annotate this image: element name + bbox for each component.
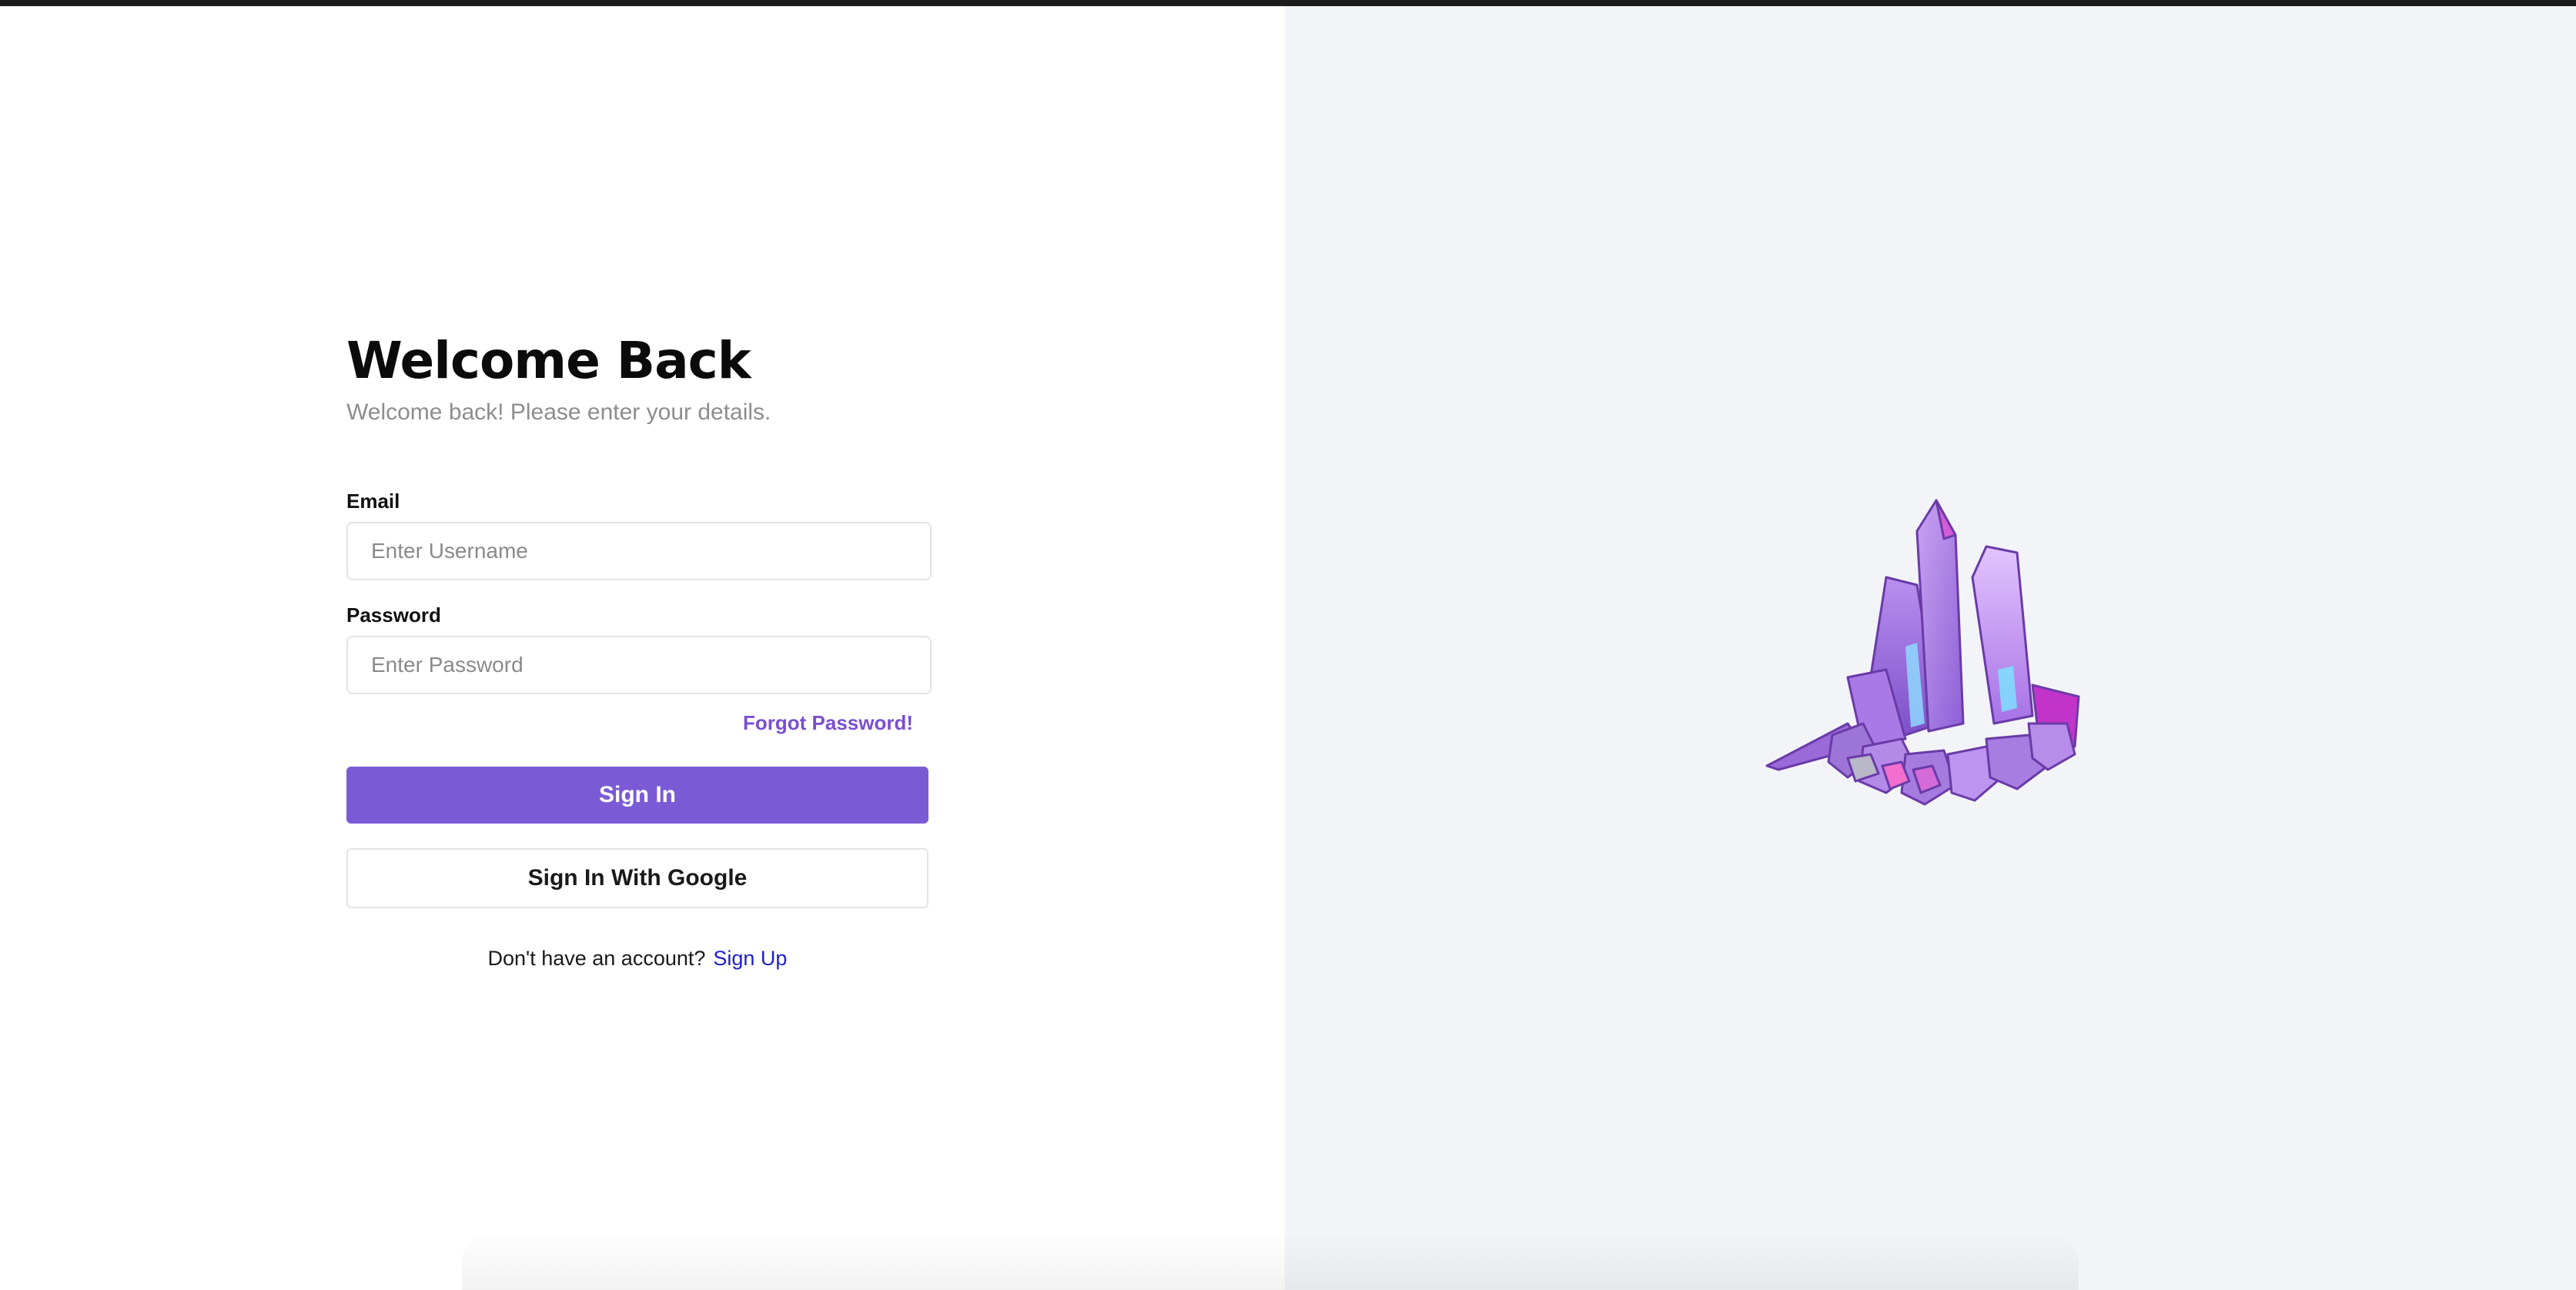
login-panel: Welcome Back Welcome back! Please enter …	[0, 6, 1285, 1290]
password-field[interactable]	[346, 636, 932, 694]
page-title: Welcome Back	[346, 331, 751, 390]
window-top-bar	[0, 0, 2576, 6]
email-label: Email	[346, 490, 400, 513]
forgot-password-link[interactable]: Forgot Password!	[743, 711, 913, 734]
email-field[interactable]	[346, 522, 932, 580]
sign-up-link[interactable]: Sign Up	[713, 947, 787, 970]
sign-in-with-google-button[interactable]: Sign In With Google	[346, 848, 928, 908]
sign-in-button[interactable]: Sign In	[346, 767, 928, 824]
amethyst-crystal-icon	[1765, 499, 2080, 806]
password-label: Password	[346, 603, 441, 627]
no-account-text: Don't have an account?	[487, 947, 706, 970]
signup-row: Don't have an account? Sign Up	[346, 947, 928, 971]
page-subtitle: Welcome back! Please enter your details.	[346, 399, 771, 425]
login-form: Welcome Back Welcome back! Please enter …	[346, 329, 932, 971]
bottom-shadow	[462, 1232, 2079, 1290]
forgot-password-row: Forgot Password!	[346, 711, 932, 742]
